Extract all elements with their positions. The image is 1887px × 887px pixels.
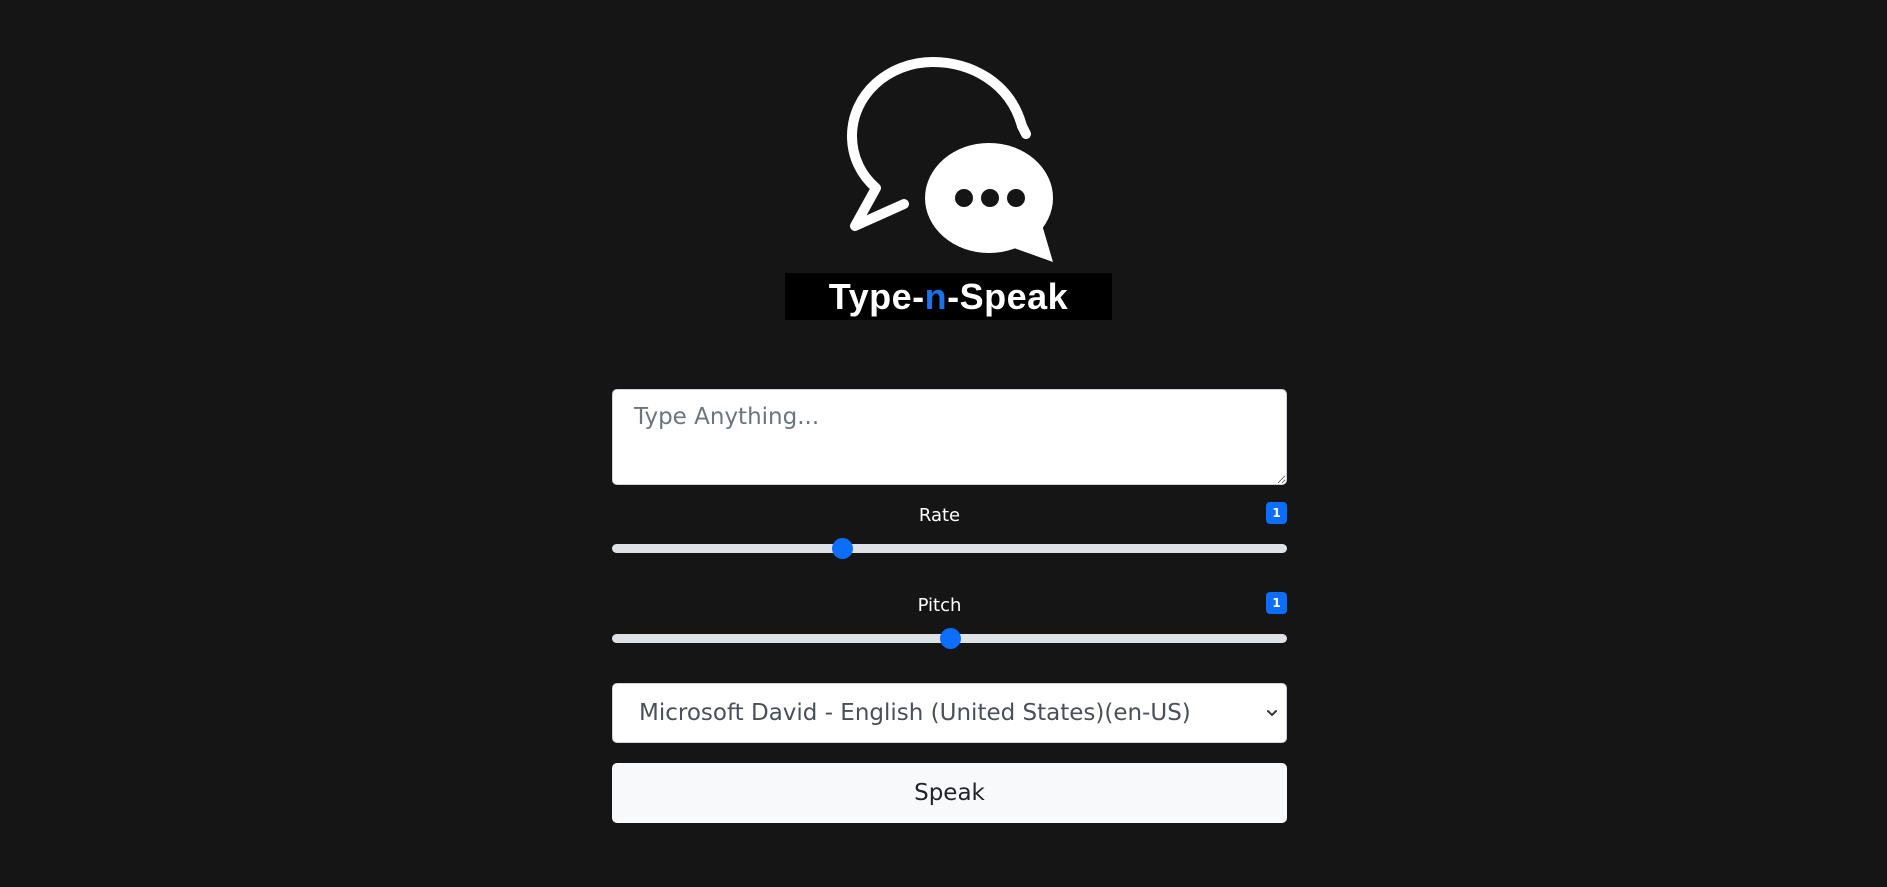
text-input[interactable] bbox=[612, 389, 1287, 485]
logo-title-part1: Type- bbox=[828, 276, 925, 317]
rate-control: Rate 1 bbox=[612, 485, 1287, 575]
rate-slider[interactable] bbox=[612, 544, 1287, 553]
pitch-slider-thumb[interactable] bbox=[939, 628, 961, 649]
rate-label: Rate bbox=[918, 505, 961, 526]
speak-button[interactable]: Speak bbox=[612, 763, 1287, 823]
logo-title-accent: n bbox=[924, 276, 948, 317]
pitch-value-badge: 1 bbox=[1266, 592, 1287, 614]
rate-value-badge: 1 bbox=[1266, 502, 1287, 524]
speech-bubbles-icon bbox=[847, 57, 1053, 262]
pitch-control: Pitch 1 bbox=[612, 575, 1287, 665]
voice-select-value: Microsoft David - English (United States… bbox=[639, 700, 1191, 726]
voice-select[interactable]: Microsoft David - English (United States… bbox=[612, 683, 1287, 743]
logo-title: Type-n-Speak bbox=[785, 273, 1112, 320]
speech-form: Rate 1 Pitch 1 Microsoft David - English… bbox=[612, 389, 1287, 823]
pitch-label: Pitch bbox=[917, 595, 962, 616]
rate-slider-thumb[interactable] bbox=[831, 538, 853, 559]
chevron-down-icon bbox=[1266, 706, 1278, 724]
app-logo: Type-n-Speak bbox=[0, 0, 1887, 330]
logo-title-part2: -Speak bbox=[947, 276, 1069, 317]
